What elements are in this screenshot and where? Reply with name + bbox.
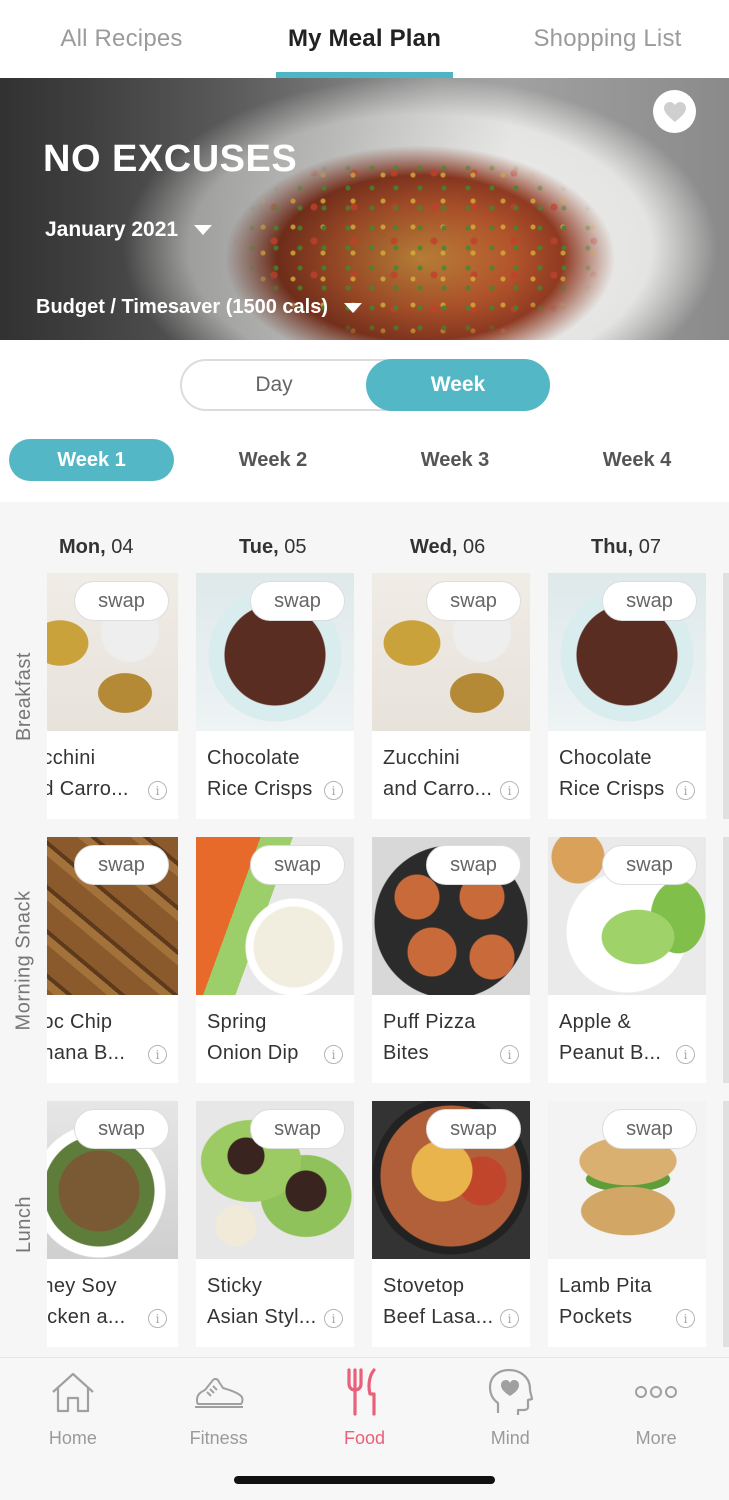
meal-card[interactable]: swap Spring Onion Dip i [196, 837, 354, 1083]
info-icon[interactable]: i [676, 1309, 695, 1328]
nav-mind-label: Mind [490, 1428, 530, 1448]
view-controls: Day Week Week 1 Week 2 Week 3 Week 4 [0, 340, 729, 502]
toggle-day[interactable]: Day [182, 361, 366, 409]
more-dots-icon [630, 1366, 682, 1418]
swap-button[interactable]: swap [74, 581, 169, 621]
info-icon[interactable]: i [148, 1045, 167, 1064]
info-icon[interactable]: i [148, 781, 167, 800]
meal-name: Sticky Asian Styl... [207, 1275, 317, 1328]
nav-home-label: Home [48, 1428, 97, 1448]
meal-card[interactable]: swap Sticky Asian Styl... i [196, 1101, 354, 1347]
heart-icon [663, 101, 686, 122]
meal-name: ucchinind Carro... [47, 747, 129, 800]
meal-label-morning-snack: Morning Snack [12, 890, 35, 1030]
meal-card[interactable]: swap hoc Chipanana B... i [47, 837, 178, 1083]
meal-card[interactable]: swap Chocolate Rice Crisps i [548, 573, 706, 819]
month-selector[interactable]: January 2021 [45, 218, 213, 242]
info-icon[interactable]: i [324, 1045, 343, 1064]
nav-food-label: Food [343, 1428, 385, 1448]
nav-home[interactable]: Home [0, 1358, 146, 1500]
meal-name: Zucchini and Carro... [383, 747, 493, 800]
meal-card-next[interactable] [723, 1101, 729, 1347]
week-selector: Week 1 Week 2 Week 3 Week 4 [0, 439, 729, 481]
program-title: NO EXCUSES [43, 138, 298, 180]
nav-more-label: More [635, 1428, 677, 1448]
swap-button[interactable]: swap [602, 845, 697, 885]
sneaker-icon [193, 1366, 245, 1418]
week-tab-4[interactable]: Week 4 [546, 439, 728, 481]
info-icon[interactable]: i [324, 781, 343, 800]
meal-card[interactable]: swap ucchinind Carro... i [47, 573, 178, 819]
favorite-button[interactable] [653, 90, 696, 133]
toggle-week[interactable]: Week [366, 359, 550, 411]
meal-plan-grid[interactable]: Mon, 04 Tue, 05 Wed, 06 Thu, 07 Breakfas… [0, 502, 729, 1357]
tab-my-meal-plan[interactable]: My Meal Plan [243, 0, 486, 78]
week-tab-2[interactable]: Week 2 [182, 439, 364, 481]
top-tab-bar: All Recipes My Meal Plan Shopping List [0, 0, 729, 78]
swap-button[interactable]: swap [602, 581, 697, 621]
meal-name: Lamb Pita Pockets [559, 1275, 652, 1328]
swap-button[interactable]: swap [250, 845, 345, 885]
week-tab-3[interactable]: Week 3 [364, 439, 546, 481]
home-icon [47, 1366, 99, 1418]
nav-more[interactable]: More [583, 1358, 729, 1500]
meal-card-next[interactable] [723, 837, 729, 1083]
meal-card-next[interactable] [723, 573, 729, 819]
meal-card[interactable]: swap Lamb Pita Pockets i [548, 1101, 706, 1347]
nav-fitness-label: Fitness [189, 1428, 248, 1448]
meal-name: hoc Chipanana B... [47, 1011, 126, 1064]
chevron-down-icon [194, 225, 213, 235]
tab-shopping-list[interactable]: Shopping List [486, 0, 729, 78]
info-icon[interactable]: i [324, 1309, 343, 1328]
meal-name: Stovetop Beef Lasa... [383, 1275, 494, 1328]
swap-button[interactable]: swap [426, 581, 521, 621]
swap-button[interactable]: swap [426, 845, 521, 885]
home-indicator[interactable] [234, 1476, 495, 1484]
month-label: January 2021 [45, 218, 179, 241]
info-icon[interactable]: i [500, 1309, 519, 1328]
meal-card[interactable]: swap Zucchini and Carro... i [372, 573, 530, 819]
meal-label-lunch: Lunch [12, 1195, 35, 1253]
plan-label: Budget / Timesaver (1500 cals) [36, 296, 328, 318]
meal-label-breakfast: Breakfast [12, 651, 35, 741]
swap-button[interactable]: swap [602, 1109, 697, 1149]
meal-name: Spring Onion Dip [207, 1011, 299, 1064]
swap-button[interactable]: swap [250, 581, 345, 621]
meal-card[interactable]: swap oney Soyhicken a... i [47, 1101, 178, 1347]
swap-button[interactable]: swap [426, 1109, 521, 1149]
meal-name: oney Soyhicken a... [47, 1275, 126, 1328]
fork-knife-icon [338, 1366, 390, 1418]
meal-card[interactable]: swap Stovetop Beef Lasa... i [372, 1101, 530, 1347]
meal-name: Apple & Peanut B... [559, 1011, 662, 1064]
info-icon[interactable]: i [676, 781, 695, 800]
meal-cards-scroller[interactable]: swap ucchinind Carro... i swap Chocolate… [47, 502, 729, 1357]
info-icon[interactable]: i [148, 1309, 167, 1328]
day-week-toggle: Day Week [180, 359, 550, 411]
meal-card[interactable]: swap Chocolate Rice Crisps i [196, 573, 354, 819]
hero-banner: NO EXCUSES January 2021 Budget / Timesav… [0, 78, 729, 340]
week-tab-1[interactable]: Week 1 [9, 439, 174, 481]
meal-name: Chocolate Rice Crisps [207, 747, 313, 800]
info-icon[interactable]: i [500, 1045, 519, 1064]
plan-selector[interactable]: Budget / Timesaver (1500 cals) [36, 296, 362, 319]
swap-button[interactable]: swap [74, 845, 169, 885]
meal-name: Chocolate Rice Crisps [559, 747, 665, 800]
chevron-down-icon [344, 302, 362, 313]
head-heart-icon [484, 1366, 536, 1418]
swap-button[interactable]: swap [250, 1109, 345, 1149]
meal-name: Puff Pizza Bites [383, 1011, 476, 1064]
swap-button[interactable]: swap [74, 1109, 169, 1149]
meal-card[interactable]: swap Puff Pizza Bites i [372, 837, 530, 1083]
info-icon[interactable]: i [500, 781, 519, 800]
info-icon[interactable]: i [676, 1045, 695, 1064]
tab-all-recipes[interactable]: All Recipes [0, 0, 243, 78]
meal-card[interactable]: swap Apple & Peanut B... i [548, 837, 706, 1083]
